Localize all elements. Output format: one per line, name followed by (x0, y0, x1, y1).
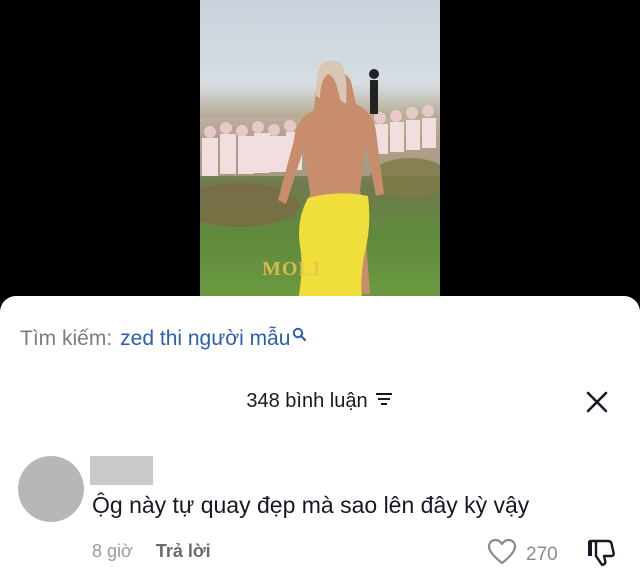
like-button[interactable]: 270 (487, 538, 558, 571)
video-player[interactable]: MOLI (200, 0, 440, 300)
search-label: Tìm kiếm: (20, 327, 113, 350)
thumbs-down-icon[interactable] (586, 538, 616, 571)
like-count: 270 (526, 543, 558, 565)
heart-icon[interactable] (487, 538, 517, 571)
comment-meta: 8 giờ Trả lời (92, 541, 211, 562)
comment-time: 8 giờ (92, 541, 133, 561)
search-query-link[interactable]: zed thi người mẫu (120, 327, 290, 351)
comment-count: 348 bình luận (246, 389, 368, 412)
search-icon[interactable] (292, 323, 307, 347)
video-frame-image (200, 60, 440, 300)
close-icon[interactable] (584, 389, 610, 415)
filter-icon[interactable] (374, 391, 394, 412)
username-redacted[interactable] (90, 456, 153, 485)
comment-text: Ộg này tự quay đẹp mà sao lên đây kỳ vậy (92, 492, 530, 518)
reply-button[interactable]: Trả lời (156, 541, 211, 562)
comments-header: 348 bình luận (0, 386, 640, 416)
avatar[interactable] (18, 456, 84, 522)
search-suggestion[interactable]: Tìm kiếm: zed thi người mẫu (20, 323, 307, 352)
video-watermark: MOLI (262, 258, 322, 280)
